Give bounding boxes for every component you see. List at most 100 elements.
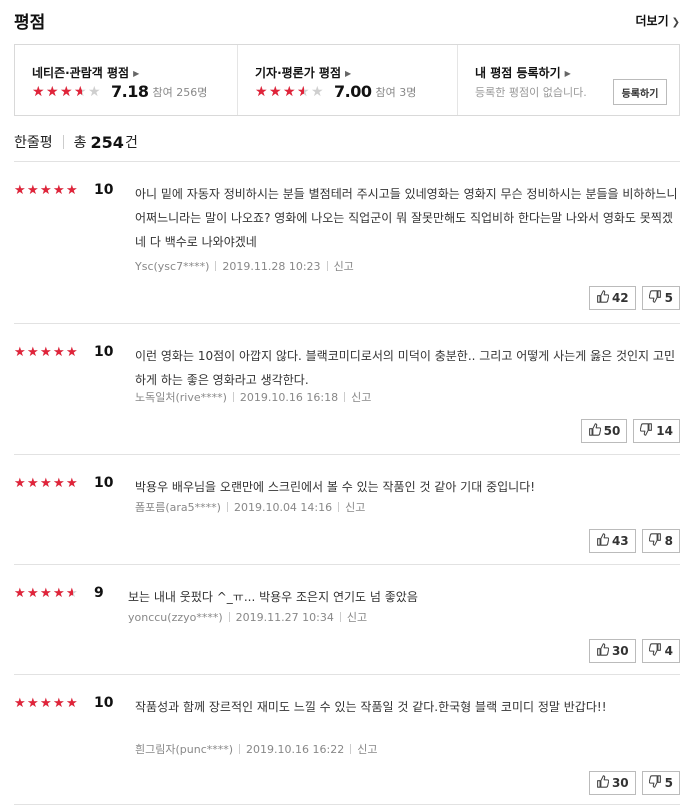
review-score: 10 bbox=[94, 475, 114, 491]
divider bbox=[215, 261, 217, 271]
vote-buttons: 50 14 bbox=[580, 419, 680, 443]
review-meta: Ysc(ysc7****) 2019.11.28 10:23 신고 bbox=[135, 258, 354, 274]
like-button[interactable]: 30 bbox=[588, 771, 636, 795]
section-title: 평점 bbox=[14, 13, 46, 33]
review-text: 보는 내내 웃펐다 ^_ㅠ... 박용우 조은지 연기도 넘 좋았음 bbox=[128, 590, 418, 604]
star-icon: ★★ bbox=[53, 696, 65, 711]
star-icon: ★★ bbox=[311, 83, 324, 100]
star-icon: ★★ bbox=[27, 586, 39, 601]
more-link[interactable]: 더보기 ❯ bbox=[635, 12, 680, 29]
review-date: 2019.11.27 10:34 bbox=[235, 611, 334, 624]
critics-rating-label: 기자·평론가 평점 bbox=[255, 66, 342, 80]
dislike-button[interactable]: 8 bbox=[641, 529, 680, 553]
review-rating-stars: ★ ★ ★ ★ ★ ★ ★ ★ ★ ★ bbox=[14, 184, 79, 197]
report-link[interactable]: 신고 bbox=[345, 501, 365, 514]
star-icon: ★★ bbox=[14, 586, 26, 601]
review-score: 10 bbox=[94, 695, 114, 711]
review-item: ★ ★ ★ ★ ★ ★ ★ ★ ★ ★ 10 작품성과 함께 장르적인 재미도 느낄 수 있는 작품일… bbox=[14, 675, 680, 805]
dislike-count: 14 bbox=[656, 424, 673, 438]
dislike-button[interactable]: 5 bbox=[641, 771, 680, 795]
my-rating-note: 등록한 평점이 없습니다. bbox=[475, 86, 587, 99]
report-link[interactable]: 신고 bbox=[357, 743, 377, 756]
vote-buttons: 30 5 bbox=[588, 771, 680, 795]
review-user[interactable]: 흰그림자(punc****) bbox=[135, 743, 233, 756]
star-icon: ★★ bbox=[66, 696, 78, 711]
audience-rating: 네티즌·관람객 평점▶ ★★★★★★★★★★ 7.18 참여 256명 bbox=[15, 45, 237, 115]
review-date: 2019.10.04 14:16 bbox=[233, 501, 333, 514]
vote-buttons: 43 8 bbox=[588, 529, 680, 553]
like-button[interactable]: 30 bbox=[588, 639, 636, 663]
audience-rating-link[interactable]: 네티즌·관람객 평점 ▶ bbox=[32, 64, 139, 81]
star-icon: ★★ bbox=[27, 696, 39, 711]
register-rating-button[interactable]: 등록하기 bbox=[613, 79, 667, 105]
review-user[interactable]: yonccu(zzyo****) bbox=[128, 611, 223, 624]
critics-rating-stars: ★★★★★★★★★★ bbox=[255, 85, 325, 99]
star-icon: ★★ bbox=[40, 183, 52, 198]
thumbs-up-icon bbox=[596, 775, 612, 791]
review-rating-stars: ★ ★ ★ ★ ★ ★ ★ ★ ★ ★ bbox=[14, 477, 79, 490]
star-icon: ★★ bbox=[60, 83, 73, 100]
review-count-prefix: 총 bbox=[73, 135, 87, 151]
like-button[interactable]: 43 bbox=[588, 529, 636, 553]
review-meta: yonccu(zzyo****) 2019.11.27 10:34 신고 bbox=[128, 609, 367, 625]
like-button[interactable]: 42 bbox=[588, 286, 636, 310]
like-count: 43 bbox=[611, 534, 629, 548]
review-text: 작품성과 함께 장르적인 재미도 느낄 수 있는 작품일 것 같다.한국형 블랙… bbox=[135, 700, 607, 714]
review-item: ★ ★ ★ ★ ★ ★ ★ ★ ★ ★ 10 아니 밑에 자동자 정비하시는 분들 별점테러 주시고들… bbox=[14, 162, 680, 324]
star-icon: ★★ bbox=[297, 83, 310, 100]
review-text: 이런 영화는 10점이 아깝지 않다. 블랙코미디로서의 미덕이 충분한.. 그… bbox=[135, 349, 675, 387]
vote-buttons: 30 4 bbox=[588, 639, 680, 663]
star-icon: ★★ bbox=[269, 83, 282, 100]
review-rating-stars: ★ ★ ★ ★ ★ ★ ★ ★ ★ ★ bbox=[14, 697, 79, 710]
star-icon: ★★ bbox=[66, 183, 78, 198]
review-rating-stars: ★ ★ ★ ★ ★ ★ ★ ★ ★ ★ bbox=[14, 346, 79, 359]
thumbs-up-icon bbox=[596, 290, 612, 306]
review-meta: 폼포름(ara5****) 2019.10.04 14:16 신고 bbox=[135, 499, 365, 515]
dislike-button[interactable]: 14 bbox=[633, 419, 680, 443]
audience-participants: 참여 256명 bbox=[152, 85, 208, 99]
star-icon: ★★ bbox=[53, 345, 65, 360]
review-user[interactable]: 폼포름(ara5****) bbox=[135, 501, 221, 514]
divider bbox=[239, 744, 241, 754]
star-icon: ★★ bbox=[14, 183, 26, 198]
star-icon: ★★ bbox=[46, 83, 59, 100]
review-score: 10 bbox=[94, 182, 114, 198]
thumbs-down-icon bbox=[648, 775, 665, 791]
my-rating-link[interactable]: 내 평점 등록하기 ▶ bbox=[475, 64, 571, 81]
like-button[interactable]: 50 bbox=[580, 419, 628, 443]
triangle-right-icon: ▶ bbox=[133, 69, 140, 78]
report-link[interactable]: 신고 bbox=[351, 391, 371, 404]
rating-header: 평점 더보기 ❯ bbox=[14, 0, 680, 40]
vote-buttons: 42 5 bbox=[588, 286, 680, 310]
review-user[interactable]: Ysc(ysc7****) bbox=[135, 260, 209, 273]
triangle-right-icon: ▶ bbox=[564, 69, 571, 78]
star-icon: ★★ bbox=[40, 696, 52, 711]
review-item: ★ ★ ★ ★ ★ ★ ★ ★ ★ ★ 10 박용우 배우님을 오랜만에 스크린에서 볼 수 있는 작… bbox=[14, 455, 680, 565]
dislike-button[interactable]: 5 bbox=[641, 286, 680, 310]
dislike-button[interactable]: 4 bbox=[641, 639, 680, 663]
divider bbox=[338, 502, 340, 512]
star-icon: ★★ bbox=[27, 476, 39, 491]
star-icon: ★★ bbox=[66, 586, 78, 601]
star-icon: ★★ bbox=[53, 586, 65, 601]
critics-rating: 기자·평론가 평점▶ ★★★★★★★★★★ 7.00 참여 3명 bbox=[237, 45, 457, 115]
star-icon: ★★ bbox=[14, 345, 26, 360]
star-icon: ★★ bbox=[14, 476, 26, 491]
review-item: ★ ★ ★ ★ ★ ★ ★ ★ ★ ★ 9 보는 내내 웃펐다 ^_ㅠ... 박용우 조은지 연기도 … bbox=[14, 565, 680, 675]
review-count: 한줄평 총 254 건 bbox=[14, 132, 138, 152]
my-rating: 내 평점 등록하기 ▶ 등록한 평점이 없습니다. 등록하기 bbox=[457, 45, 679, 115]
review-count-number: 254 bbox=[90, 132, 124, 152]
divider bbox=[350, 744, 352, 754]
review-score: 9 bbox=[94, 585, 104, 601]
star-icon: ★★ bbox=[88, 83, 101, 100]
review-user[interactable]: 노독일처(rive****) bbox=[135, 391, 227, 404]
review-item: ★ ★ ★ ★ ★ ★ ★ ★ ★ ★ 10 이런 영화는 10점이 아깝지 않다. 블랙코미디로서의… bbox=[14, 324, 680, 455]
dislike-count: 5 bbox=[664, 291, 673, 305]
review-text: 아니 밑에 자동자 정비하시는 분들 별점테러 주시고들 있네영화는 영화지 무… bbox=[135, 187, 678, 249]
critics-rating-link[interactable]: 기자·평론가 평점 ▶ bbox=[255, 64, 351, 81]
report-link[interactable]: 신고 bbox=[334, 260, 354, 273]
dislike-count: 4 bbox=[664, 644, 673, 658]
report-link[interactable]: 신고 bbox=[347, 611, 367, 624]
thumbs-down-icon bbox=[648, 643, 665, 659]
star-icon: ★★ bbox=[53, 476, 65, 491]
